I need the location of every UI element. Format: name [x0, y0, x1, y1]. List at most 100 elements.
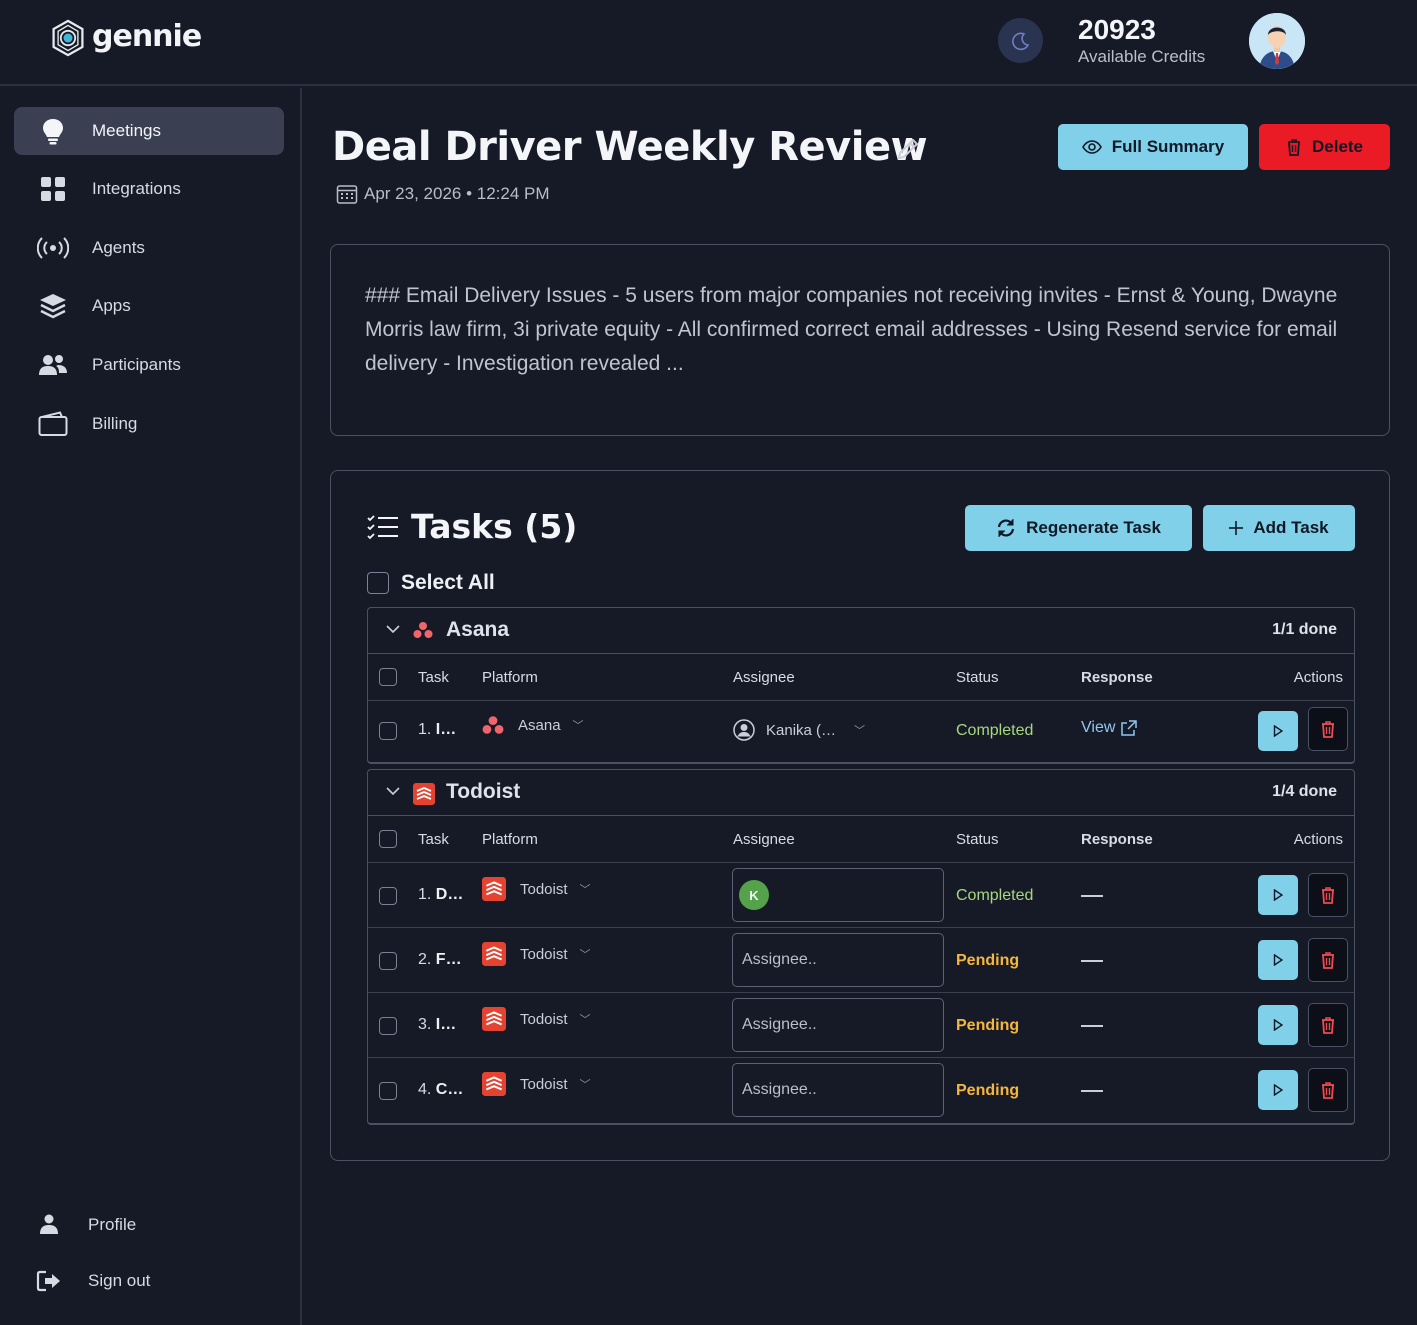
- row-checkbox[interactable]: [379, 887, 397, 905]
- table-row: 1. D… Todoist ﹀ K Completed: [368, 863, 1354, 928]
- col-task: Task: [418, 669, 449, 686]
- edit-title-button[interactable]: [895, 136, 921, 167]
- run-task-button[interactable]: [1258, 1070, 1298, 1110]
- group-header[interactable]: Todoist 1/4 done: [368, 770, 1354, 816]
- group-header[interactable]: Asana 1/1 done: [368, 608, 1354, 654]
- assignee-avatar: K: [739, 880, 769, 910]
- delete-task-button[interactable]: [1308, 873, 1348, 917]
- credits-value: 20923: [1078, 14, 1156, 45]
- chevron-down-icon: ﹀: [572, 720, 584, 732]
- assignee-field[interactable]: Assignee..: [732, 1063, 944, 1117]
- chevron-down-icon[interactable]: [386, 624, 400, 634]
- task-name[interactable]: 1. D…: [418, 886, 463, 904]
- assignee-field[interactable]: K: [732, 868, 944, 922]
- run-task-button[interactable]: [1258, 940, 1298, 980]
- platform-select[interactable]: Todoist ﹀: [482, 1072, 591, 1096]
- assignee-field[interactable]: Assignee..: [732, 933, 944, 987]
- sidebar-item-meetings[interactable]: Meetings: [14, 107, 284, 155]
- task-list-icon: [367, 514, 398, 539]
- response-empty: [1081, 1025, 1103, 1027]
- row-checkbox[interactable]: [379, 1082, 397, 1100]
- run-task-button[interactable]: [1258, 875, 1298, 915]
- table-row: 2. F… Todoist ﹀ Assignee.. Pending: [368, 928, 1354, 993]
- sidebar-item-label: Sign out: [88, 1271, 151, 1290]
- task-name[interactable]: 3. I…: [418, 1016, 456, 1034]
- todoist-icon: [482, 877, 506, 901]
- row-checkbox[interactable]: [379, 952, 397, 970]
- delete-task-button[interactable]: [1308, 1068, 1348, 1112]
- full-summary-button[interactable]: Full Summary: [1058, 124, 1248, 170]
- moon-icon: [1011, 32, 1029, 50]
- col-task: Task: [418, 831, 449, 848]
- meeting-date: Apr 23, 2026 • 12:24 PM: [336, 183, 550, 205]
- sidebar-item-participants[interactable]: Participants: [14, 341, 284, 389]
- table-row: 1. I… Asana ﹀ Kanika (… ﹀ Completed View: [368, 701, 1354, 762]
- delete-task-button[interactable]: [1308, 938, 1348, 982]
- sidebar-item-billing[interactable]: Billing: [14, 400, 284, 448]
- col-status: Status: [956, 831, 999, 848]
- chevron-down-icon[interactable]: [386, 786, 400, 796]
- table-row: 3. I… Todoist ﹀ Assignee.. Pending: [368, 993, 1354, 1058]
- add-task-button[interactable]: Add Task: [1203, 505, 1355, 551]
- external-link-icon: [1121, 719, 1138, 736]
- avatar-icon: [1249, 13, 1305, 69]
- todoist-icon: [482, 1007, 506, 1031]
- regenerate-task-button[interactable]: Regenerate Task: [965, 505, 1192, 551]
- col-actions: Actions: [1293, 669, 1343, 686]
- sidebar-item-profile[interactable]: Profile: [36, 1214, 136, 1236]
- run-task-button[interactable]: [1258, 1005, 1298, 1045]
- refresh-icon: [997, 519, 1015, 537]
- regenerate-label: Regenerate Task: [1026, 518, 1161, 537]
- platform-select[interactable]: Todoist ﹀: [482, 942, 591, 966]
- user-icon: [40, 1214, 58, 1234]
- users-icon: [28, 353, 78, 377]
- platform-select[interactable]: Todoist ﹀: [482, 877, 591, 901]
- summary-card: ### Email Delivery Issues - 5 users from…: [330, 244, 1390, 436]
- row-checkbox[interactable]: [379, 1017, 397, 1035]
- trash-icon: [1322, 1017, 1334, 1034]
- header-checkbox[interactable]: [379, 830, 397, 848]
- col-assignee: Assignee: [733, 831, 795, 848]
- sidebar-item-label: Apps: [92, 296, 131, 315]
- sidebar-item-label: Meetings: [92, 121, 161, 140]
- logo-text: gennie: [92, 18, 202, 54]
- row-checkbox[interactable]: [379, 722, 397, 740]
- delete-meeting-button[interactable]: Delete: [1259, 124, 1390, 170]
- run-task-button[interactable]: [1258, 711, 1298, 751]
- header-checkbox[interactable]: [379, 668, 397, 686]
- eye-icon: [1081, 140, 1102, 154]
- platform-select[interactable]: Asana ﹀: [482, 715, 584, 735]
- tasks-heading: Tasks (5): [367, 507, 577, 546]
- view-response-link[interactable]: View: [1081, 719, 1138, 737]
- task-name[interactable]: 2. F…: [418, 951, 462, 969]
- theme-toggle-button[interactable]: [998, 18, 1043, 63]
- col-platform: Platform: [482, 669, 538, 686]
- trash-icon: [1322, 952, 1334, 969]
- task-name[interactable]: 1. I…: [418, 721, 456, 739]
- select-all-checkbox[interactable]: [367, 572, 389, 594]
- user-avatar[interactable]: [1249, 13, 1305, 69]
- assignee-select[interactable]: Kanika (… ﹀: [733, 719, 865, 741]
- asana-icon: [413, 622, 433, 638]
- broadcast-icon: [28, 237, 78, 259]
- assignee-field[interactable]: Assignee..: [732, 998, 944, 1052]
- chevron-down-icon: ﹀: [579, 949, 591, 961]
- logo[interactable]: gennie: [50, 18, 202, 58]
- task-name[interactable]: 4. C…: [418, 1081, 463, 1099]
- sidebar-item-agents[interactable]: Agents: [14, 224, 284, 272]
- sidebar-item-label: Participants: [92, 355, 181, 374]
- delete-task-button[interactable]: [1308, 1003, 1348, 1047]
- col-assignee: Assignee: [733, 669, 795, 686]
- sidebar-item-integrations[interactable]: Integrations: [14, 165, 284, 213]
- sign-out-button[interactable]: Sign out: [36, 1270, 150, 1292]
- platform-select[interactable]: Todoist ﹀: [482, 1007, 591, 1031]
- lightbulb-icon: [28, 117, 78, 145]
- sidebar-item-apps[interactable]: Apps: [14, 282, 284, 330]
- table-row: 4. C… Todoist ﹀ Assignee.. Pending: [368, 1058, 1354, 1123]
- sidebar-item-label: Profile: [88, 1215, 137, 1234]
- delete-task-button[interactable]: [1308, 707, 1348, 751]
- group-name: Asana: [446, 618, 510, 641]
- asana-icon: [482, 716, 504, 734]
- select-all[interactable]: Select All: [367, 571, 495, 595]
- delete-label: Delete: [1311, 137, 1364, 156]
